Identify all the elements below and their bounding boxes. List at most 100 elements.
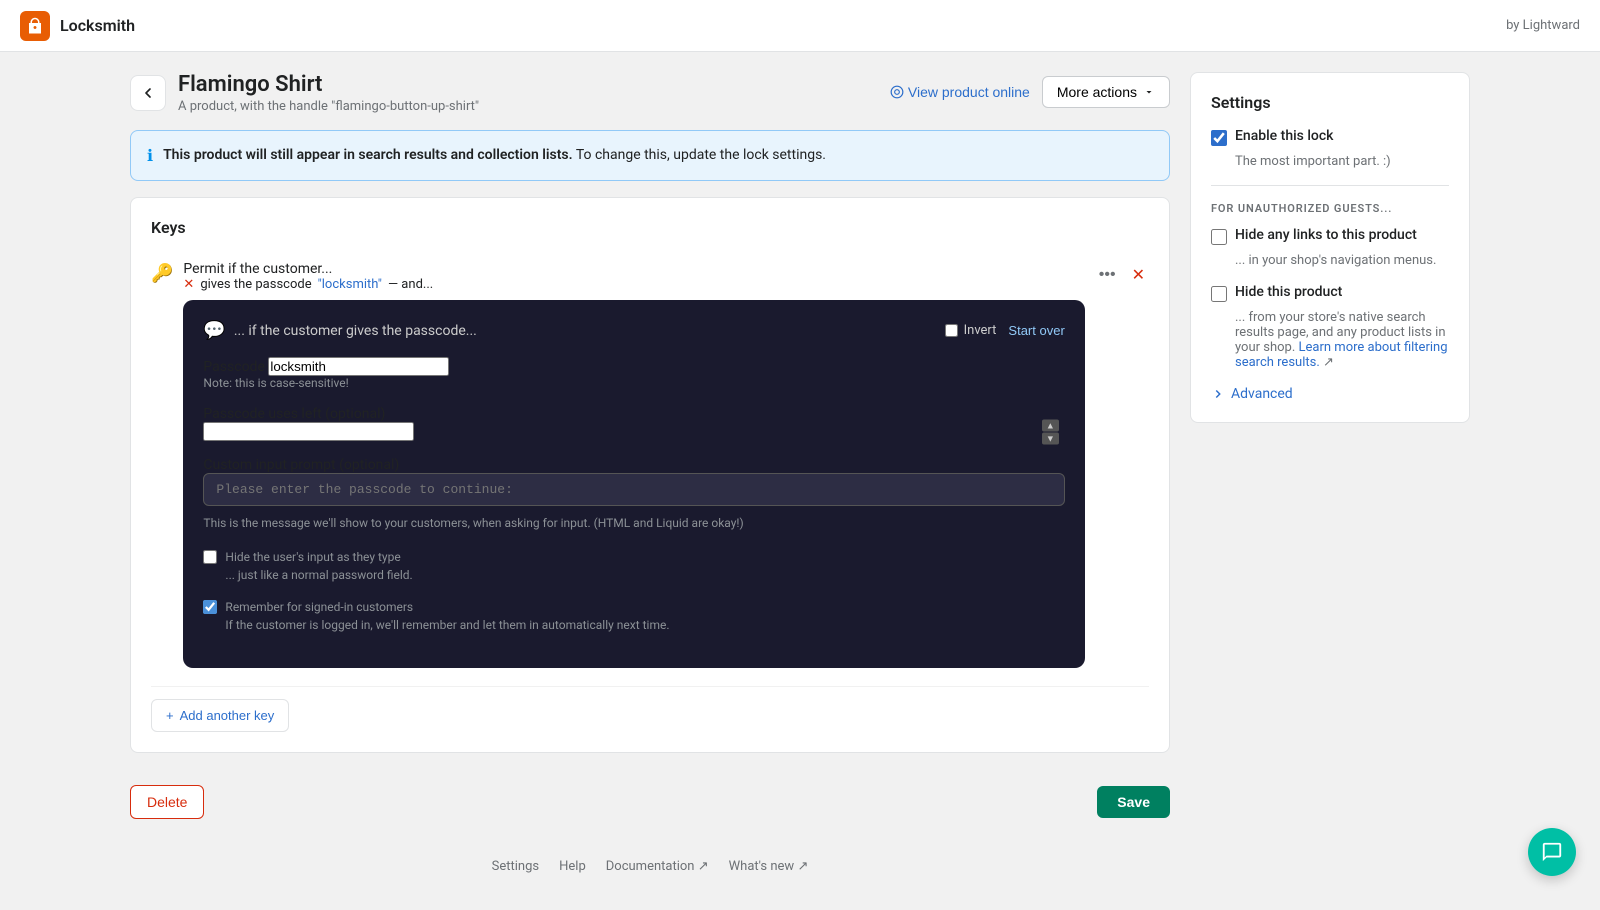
topbar-by: by Lightward — [1506, 18, 1580, 33]
footer-whats-new-link[interactable]: What's new ↗ — [729, 859, 809, 874]
custom-prompt-section: Custom input prompt (optional) This is t… — [203, 457, 1064, 532]
footer-docs-external-icon: ↗ — [698, 859, 709, 874]
right-column: Settings Enable this lock The most impor… — [1190, 72, 1470, 890]
invert-checkbox[interactable] — [945, 324, 958, 337]
enable-lock-checkbox[interactable] — [1211, 130, 1227, 146]
hide-product-label: Hide this product — [1235, 284, 1342, 300]
hide-input-label: Hide the user's input as they type ... j… — [225, 548, 412, 584]
uses-label: Passcode uses left (optional) — [203, 406, 385, 422]
hide-input-text: Hide the user's input as they type — [225, 548, 412, 566]
key-condition-prefix: gives the passcode — [200, 277, 311, 292]
hide-input-hint: ... just like a normal password field. — [225, 566, 412, 584]
back-button[interactable] — [130, 75, 166, 111]
remember-label: Remember for signed-in customers If the … — [225, 598, 669, 634]
info-banner: ℹ This product will still appear in sear… — [130, 130, 1170, 181]
hide-product-checkbox[interactable] — [1211, 286, 1227, 302]
prompt-desc: This is the message we'll show to your c… — [203, 514, 1064, 532]
key-condition-suffix: — and... — [388, 277, 433, 292]
app-icon — [20, 11, 50, 41]
hide-input-row: Hide the user's input as they type ... j… — [203, 548, 1064, 584]
uses-input[interactable] — [203, 422, 414, 441]
bottom-actions: Delete Save — [130, 769, 1170, 835]
more-actions-label: More actions — [1057, 84, 1137, 100]
enable-lock-row: Enable this lock — [1211, 128, 1449, 146]
page-title: Flamingo Shirt — [178, 72, 479, 97]
advanced-toggle[interactable]: Advanced — [1211, 386, 1449, 402]
topbar-left: Locksmith — [20, 11, 135, 41]
footer-docs-link[interactable]: Documentation ↗ — [606, 859, 709, 874]
footer-whats-new-external-icon: ↗ — [797, 859, 808, 874]
spinner-down-button[interactable]: ▼ — [1042, 432, 1059, 444]
start-over-button[interactable]: Start over — [1008, 323, 1064, 338]
footer-whats-new-label: What's new — [729, 859, 795, 874]
left-column: Flamingo Shirt A product, with the handl… — [130, 72, 1170, 890]
info-banner-text: This product will still appear in search… — [163, 145, 826, 166]
chat-button[interactable] — [1528, 828, 1576, 876]
key-more-button[interactable]: ••• — [1095, 262, 1120, 288]
info-icon: ℹ — [147, 146, 153, 165]
footer-help-link[interactable]: Help — [559, 859, 586, 874]
key-actions: ••• ✕ — [1095, 261, 1149, 289]
passcode-label: Passcode — [203, 359, 264, 375]
add-key-area: + Add another key — [151, 699, 1149, 732]
info-banner-rest: To change this, update the lock settings… — [576, 147, 826, 163]
footer-docs-label: Documentation — [606, 859, 695, 874]
keys-card: Keys 🔑 Permit if the customer... ✕ gives… — [130, 197, 1170, 753]
prompt-input[interactable] — [203, 473, 1064, 506]
hide-links-checkbox[interactable] — [1211, 229, 1227, 245]
condition-x-icon: ✕ — [183, 277, 194, 292]
hide-input-checkbox[interactable] — [203, 550, 217, 564]
more-actions-button[interactable]: More actions — [1042, 76, 1170, 108]
info-banner-bold: This product will still appear in search… — [163, 147, 573, 163]
passcode-note: Note: this is case-sensitive! — [203, 376, 1064, 390]
add-key-button[interactable]: + Add another key — [151, 699, 289, 732]
settings-card: Settings Enable this lock The most impor… — [1190, 72, 1470, 423]
chat-bubble-icon: 💬 — [203, 320, 225, 341]
remember-checkbox[interactable] — [203, 600, 217, 614]
page-header-actions: View product online More actions — [890, 76, 1170, 108]
uses-spinner: ▲ ▼ — [203, 422, 1064, 441]
keys-section-title: Keys — [151, 218, 1149, 237]
hide-product-hint: ... from your store's native search resu… — [1211, 310, 1449, 370]
page-subtitle: A product, with the handle "flamingo-but… — [178, 99, 479, 114]
view-product-button[interactable]: View product online — [890, 84, 1030, 100]
key-title: Permit if the customer... — [183, 261, 1084, 277]
divider-1 — [1211, 185, 1449, 186]
advanced-label: Advanced — [1231, 386, 1293, 402]
add-key-icon: + — [166, 708, 174, 723]
remember-hint: If the customer is logged in, we'll reme… — [225, 616, 669, 634]
footer-settings-link[interactable]: Settings — [492, 859, 539, 874]
page-title-block: Flamingo Shirt A product, with the handl… — [178, 72, 479, 114]
popup-header-actions: Invert Start over — [945, 323, 1065, 338]
key-row: 🔑 Permit if the customer... ✕ gives the … — [151, 251, 1149, 687]
hide-product-row: Hide this product — [1211, 284, 1449, 302]
passcode-input[interactable] — [268, 357, 449, 376]
spinner-up-button[interactable]: ▲ — [1042, 419, 1059, 431]
popup-panel: 💬 ... if the customer gives the passcode… — [183, 300, 1084, 668]
key-condition: ✕ gives the passcode "locksmith" — and..… — [183, 277, 1084, 292]
delete-button[interactable]: Delete — [130, 785, 204, 819]
unauthorized-label: For unauthorized guests... — [1211, 202, 1449, 215]
footer: Settings Help Documentation ↗ What's new… — [130, 843, 1170, 890]
uses-section: Passcode uses left (optional) ▲ ▼ — [203, 406, 1064, 441]
enable-lock-hint: The most important part. :) — [1211, 154, 1449, 169]
key-remove-button[interactable]: ✕ — [1128, 261, 1149, 289]
add-key-label: Add another key — [180, 708, 275, 723]
spinner-buttons: ▲ ▼ — [1042, 419, 1059, 444]
key-content: Permit if the customer... ✕ gives the pa… — [183, 261, 1084, 676]
key-condition-value: "locksmith" — [318, 277, 382, 292]
prompt-label: Custom input prompt (optional) — [203, 457, 399, 473]
remember-row: Remember for signed-in customers If the … — [203, 598, 1064, 634]
hide-product-external-icon: ↗ — [1323, 355, 1334, 370]
key-icon: 🔑 — [151, 263, 173, 284]
popup-condition-text: 💬 ... if the customer gives the passcode… — [203, 320, 476, 341]
save-button[interactable]: Save — [1097, 786, 1170, 818]
invert-checkbox-row[interactable]: Invert — [945, 323, 997, 338]
invert-label: Invert — [964, 323, 997, 338]
passcode-section: Passcode Note: this is case-sensitive! — [203, 357, 1064, 390]
remember-text: Remember for signed-in customers — [225, 598, 669, 616]
main-layout: Flamingo Shirt A product, with the handl… — [100, 52, 1500, 910]
view-product-label: View product online — [908, 84, 1030, 100]
hide-links-row: Hide any links to this product — [1211, 227, 1449, 245]
popup-header: 💬 ... if the customer gives the passcode… — [203, 320, 1064, 341]
